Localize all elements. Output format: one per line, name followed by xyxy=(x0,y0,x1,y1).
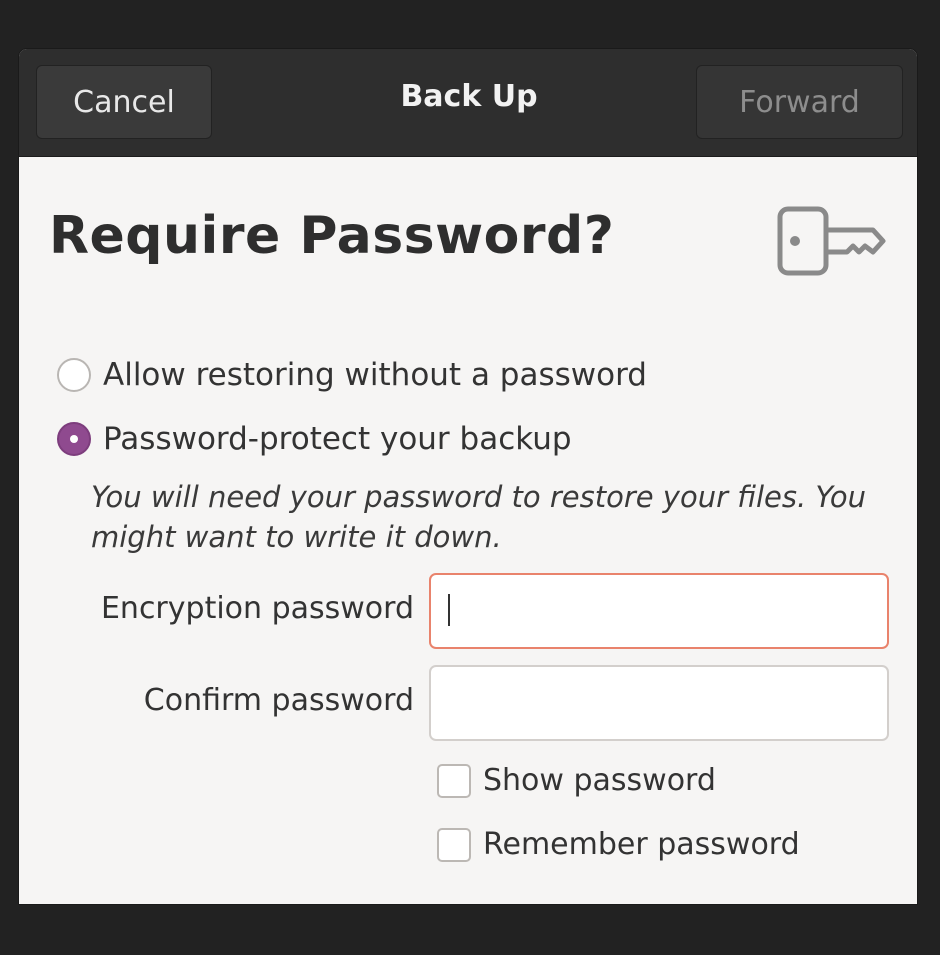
no-password-radio[interactable] xyxy=(57,358,91,392)
remember-password-label: Remember password xyxy=(483,827,800,862)
remember-password-option[interactable]: Remember password xyxy=(437,827,800,862)
forward-button[interactable]: Forward xyxy=(696,65,903,139)
option-password-protect[interactable]: Password-protect your backup xyxy=(57,421,572,457)
encryption-password-field[interactable] xyxy=(429,573,889,649)
no-password-label: Allow restoring without a password xyxy=(103,357,647,393)
confirm-password-label: Confirm password xyxy=(143,683,414,718)
text-caret xyxy=(448,594,450,626)
show-password-label: Show password xyxy=(483,763,716,798)
show-password-option[interactable]: Show password xyxy=(437,763,716,798)
header-bar: Cancel Back Up Forward xyxy=(19,49,917,157)
remember-password-checkbox[interactable] xyxy=(437,827,471,862)
confirm-password-field[interactable] xyxy=(429,665,889,741)
key-icon xyxy=(777,206,886,276)
backup-dialog: Cancel Back Up Forward Require Password?… xyxy=(19,49,917,904)
encryption-password-label: Encryption password xyxy=(100,591,414,626)
password-protect-radio[interactable] xyxy=(57,422,91,456)
password-hint: You will need your password to restore y… xyxy=(91,480,867,554)
cancel-button[interactable]: Cancel xyxy=(36,65,212,139)
page-title: Require Password? xyxy=(49,206,615,266)
show-password-checkbox[interactable] xyxy=(437,763,471,798)
option-no-password[interactable]: Allow restoring without a password xyxy=(57,357,647,393)
dialog-title: Back Up xyxy=(400,79,538,114)
password-protect-label: Password-protect your backup xyxy=(103,421,572,457)
